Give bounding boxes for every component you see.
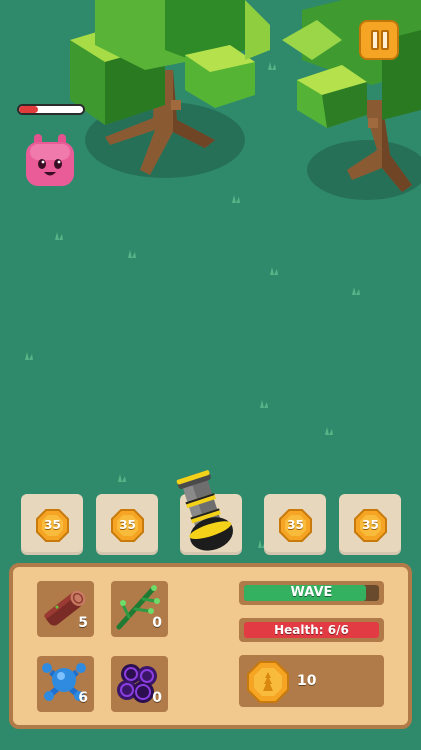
resource-wood[interactable]: 5	[37, 581, 94, 637]
player-health-bar: Health: 6/6	[239, 618, 384, 642]
vine-count: 0	[152, 615, 162, 631]
coin-icon: 35	[111, 509, 144, 542]
resource-vine[interactable]: 0	[111, 581, 168, 637]
tree-left	[70, 0, 270, 178]
wave-progress-bar: WAVE	[239, 581, 384, 605]
enemy-health-bar	[17, 104, 85, 115]
tower-slot-3[interactable]	[176, 470, 242, 555]
slime-enemy[interactable]	[24, 132, 78, 188]
pause-bar-right	[381, 30, 389, 50]
coins-value: 10	[297, 673, 317, 689]
coin-icon: 35	[36, 509, 69, 542]
game-stage[interactable]: 35 35 35 35 5 0 6 0 WAVE Health: 6/6 10	[0, 0, 421, 750]
coins-counter: 10	[239, 655, 384, 707]
tower-slot-5[interactable]: 35	[339, 494, 401, 555]
tree-right	[282, 0, 421, 200]
blue-orb-count: 6	[78, 690, 88, 706]
slot-cost: 35	[287, 518, 304, 532]
slot-cost: 35	[119, 518, 136, 532]
wave-label: WAVE	[290, 585, 333, 600]
purple-orb-count: 0	[152, 690, 162, 706]
pause-bar-left	[371, 30, 379, 50]
tower-slot-2[interactable]: 35	[96, 494, 158, 555]
coin-icon: 35	[279, 509, 312, 542]
cannon-icon	[176, 470, 234, 551]
coin-icon: 35	[354, 509, 387, 542]
wood-count: 5	[78, 615, 88, 631]
resource-purple-orb[interactable]: 0	[111, 656, 168, 712]
enemy-health-track	[19, 106, 83, 113]
slot-cost: 35	[44, 518, 61, 532]
resource-blue-orb[interactable]: 6	[37, 656, 94, 712]
tower-slot-1[interactable]: 35	[21, 494, 83, 555]
enemy-health-fill	[19, 106, 39, 113]
tower-slot-4[interactable]: 35	[264, 494, 326, 555]
coin-icon	[247, 661, 289, 703]
player-health-label: Health: 6/6	[274, 623, 349, 637]
pause-button[interactable]	[359, 20, 399, 60]
slot-cost: 35	[362, 518, 379, 532]
